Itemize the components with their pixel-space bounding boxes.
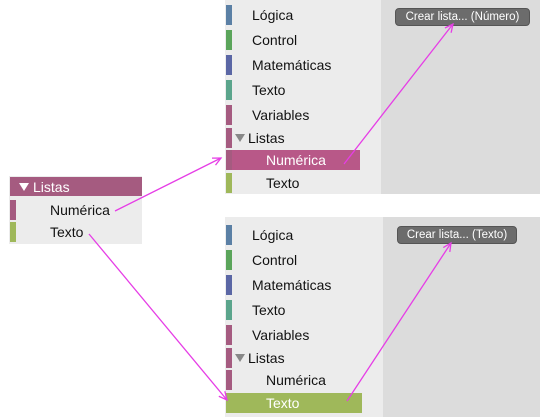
arrow-top-to-flyout [343, 22, 454, 165]
annotation-arrows [88, 22, 454, 402]
arrow-texto-to-bottom [88, 233, 228, 402]
arrow-bottom-to-flyout [346, 241, 452, 402]
arrow-numerica-to-top [114, 157, 223, 212]
